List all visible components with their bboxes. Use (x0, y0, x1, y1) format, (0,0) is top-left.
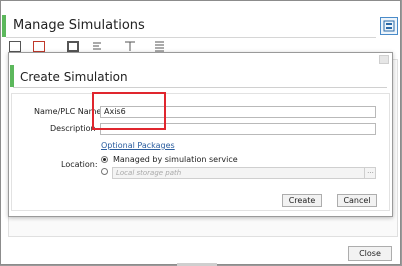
outer-title-divider (6, 37, 376, 38)
dialog-close-icon[interactable] (379, 55, 389, 64)
outer-title-accent (2, 15, 6, 37)
browse-button[interactable]: ... (364, 167, 376, 179)
local-path-input[interactable]: Local storage path (112, 167, 376, 179)
new-icon[interactable] (9, 41, 21, 52)
manage-simulations-icon[interactable] (380, 17, 398, 35)
local-path-radio[interactable] (101, 168, 108, 175)
inner-title-divider (13, 87, 387, 88)
create-simulation-title: Create Simulation (20, 70, 128, 84)
cancel-button[interactable]: Cancel (337, 194, 377, 207)
optional-packages-link[interactable]: Optional Packages (101, 141, 175, 151)
managed-option-label: Managed by simulation service (113, 155, 238, 164)
tree-icon[interactable] (91, 41, 105, 52)
create-simulation-form: Name/PLC Name Axis6 Description Optional… (11, 93, 390, 211)
close-button[interactable]: Close (348, 246, 392, 261)
outer-dialog-title: Manage Simulations (13, 18, 145, 33)
create-button[interactable]: Create (282, 194, 322, 207)
highlight-annotation (92, 92, 166, 130)
location-label: Location: (61, 160, 98, 169)
description-label: Description (50, 124, 96, 133)
list-icon[interactable] (153, 41, 167, 52)
managed-radio[interactable] (101, 156, 108, 163)
monitor-icon[interactable] (67, 41, 79, 52)
create-simulation-dialog: Create Simulation Name/PLC Name Axis6 De… (8, 52, 393, 217)
filter-icon[interactable] (123, 41, 137, 52)
inner-title-accent (10, 65, 14, 87)
delete-icon[interactable] (33, 41, 45, 52)
